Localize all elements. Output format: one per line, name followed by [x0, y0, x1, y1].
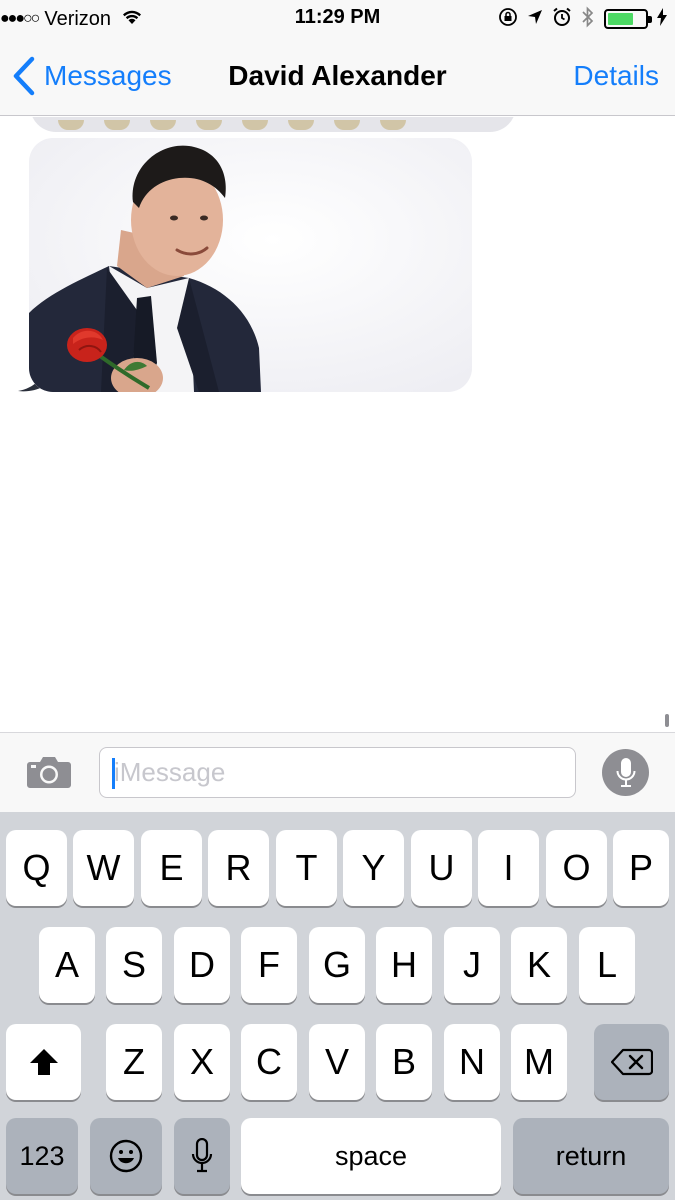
numbers-key[interactable]: 123 [6, 1118, 78, 1194]
message-list[interactable] [0, 117, 675, 732]
backspace-icon [610, 1048, 653, 1076]
key-w[interactable]: W [73, 830, 134, 906]
camera-button[interactable] [26, 755, 72, 794]
keyboard: Q W E R T Y U I O P A S D F G H J K L Z … [0, 812, 675, 1200]
emoji [334, 120, 360, 130]
key-n[interactable]: N [444, 1024, 500, 1100]
key-v[interactable]: V [309, 1024, 365, 1100]
compose-bar [0, 732, 675, 812]
key-k[interactable]: K [511, 927, 567, 1003]
emoji-row [58, 120, 406, 130]
space-key[interactable]: space [241, 1118, 501, 1194]
keyboard-dictation-key[interactable] [174, 1118, 230, 1194]
charging-icon [657, 7, 667, 31]
key-f[interactable]: F [241, 927, 297, 1003]
key-l[interactable]: L [579, 927, 635, 1003]
emoji-key[interactable] [90, 1118, 162, 1194]
emoji [196, 120, 222, 130]
key-u[interactable]: U [411, 830, 472, 906]
delete-key[interactable] [594, 1024, 669, 1100]
camera-icon [27, 757, 71, 788]
key-r[interactable]: R [208, 830, 269, 906]
microphone-icon [616, 757, 635, 787]
received-image-message[interactable] [29, 138, 472, 392]
scroll-indicator[interactable] [665, 714, 669, 727]
emoji [288, 120, 314, 130]
dictation-button[interactable] [602, 749, 649, 796]
key-q[interactable]: Q [6, 830, 67, 906]
emoji-smiley-icon [109, 1139, 143, 1173]
rotation-lock-icon [498, 7, 518, 32]
received-message-bubble[interactable] [30, 117, 516, 132]
key-e[interactable]: E [141, 830, 202, 906]
emoji [150, 120, 176, 130]
key-x[interactable]: X [174, 1024, 230, 1100]
details-button[interactable]: Details [573, 60, 659, 92]
emoji [380, 120, 406, 130]
emoji [242, 120, 268, 130]
bluetooth-icon [581, 5, 595, 33]
shift-key[interactable] [6, 1024, 81, 1100]
key-j[interactable]: J [444, 927, 500, 1003]
imessage-input[interactable] [114, 748, 564, 797]
key-g[interactable]: G [309, 927, 365, 1003]
battery-cap [648, 16, 652, 23]
status-bar: ●●●○○ Verizon 11:29 PM [0, 0, 675, 38]
microphone-icon [191, 1138, 213, 1173]
key-b[interactable]: B [376, 1024, 432, 1100]
key-z[interactable]: Z [106, 1024, 162, 1100]
battery-icon [604, 9, 652, 29]
key-h[interactable]: H [376, 927, 432, 1003]
key-i[interactable]: I [478, 830, 539, 906]
alarm-icon [552, 7, 572, 32]
man-with-rose-image [29, 138, 472, 392]
navigation-bar: Messages David Alexander Details [0, 38, 675, 116]
key-m[interactable]: M [511, 1024, 567, 1100]
return-key[interactable]: return [513, 1118, 669, 1194]
key-a[interactable]: A [39, 927, 95, 1003]
key-d[interactable]: D [174, 927, 230, 1003]
key-t[interactable]: T [276, 830, 337, 906]
battery-fill [608, 13, 634, 25]
key-s[interactable]: S [106, 927, 162, 1003]
emoji [58, 120, 84, 130]
key-p[interactable]: P [613, 830, 669, 906]
status-right [498, 5, 667, 33]
location-icon [527, 9, 543, 30]
emoji [104, 120, 130, 130]
key-c[interactable]: C [241, 1024, 297, 1100]
imessage-field[interactable] [99, 747, 576, 798]
shift-arrow-icon [29, 1049, 58, 1075]
key-o[interactable]: O [546, 830, 607, 906]
key-y[interactable]: Y [343, 830, 404, 906]
